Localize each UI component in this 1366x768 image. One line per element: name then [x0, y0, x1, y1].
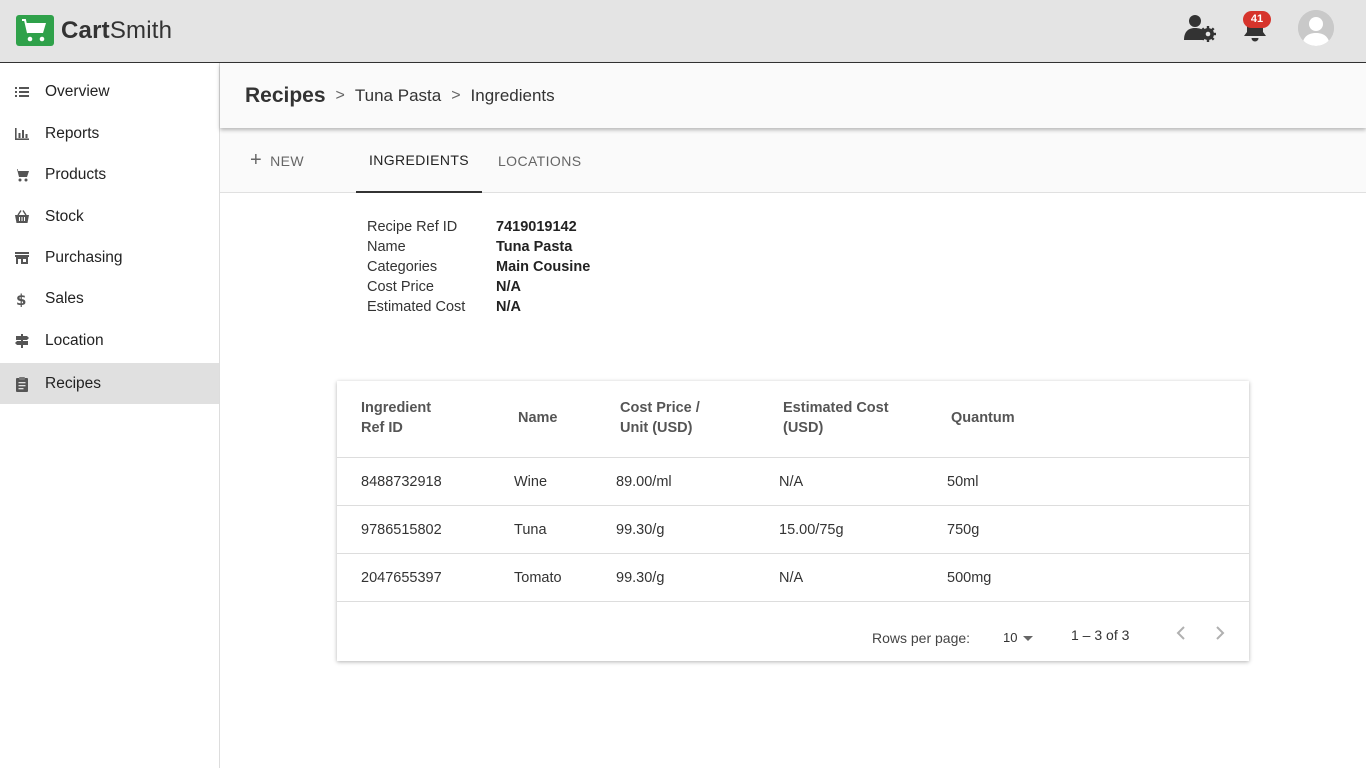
sidebar-item-purchasing[interactable]: Purchasing — [0, 237, 219, 278]
sidebar-item-label: Products — [45, 165, 107, 183]
caret-down-icon — [1023, 636, 1034, 642]
list-icon — [14, 84, 30, 100]
signpost-icon — [14, 333, 30, 349]
detail-value: N/A — [496, 299, 521, 315]
column-header-estimated-cost[interactable]: Estimated Cost (USD) — [783, 398, 889, 438]
sidebar-item-overview[interactable]: Overview — [0, 71, 219, 112]
rows-per-page-label: Rows per page: — [872, 630, 971, 646]
cell-ref-id: 2047655397 — [361, 569, 442, 586]
cell-estimated-cost: 15.00/75g — [779, 521, 844, 538]
store-icon — [14, 250, 30, 266]
detail-row: Recipe Ref ID 7419019142 — [367, 217, 590, 237]
breadcrumb-current: Ingredients — [470, 85, 555, 105]
detail-row: Cost Price N/A — [367, 277, 590, 297]
user-settings-icon[interactable] — [1183, 12, 1217, 44]
tab-bar: + NEW INGREDIENTS LOCATIONS — [220, 128, 1366, 193]
new-button[interactable]: + NEW — [250, 128, 304, 193]
table-row[interactable]: 8488732918 Wine 89.00/ml N/A 50ml — [337, 458, 1249, 506]
cell-cost-price: 89.00/ml — [616, 473, 672, 490]
detail-row: Estimated Cost N/A — [367, 297, 590, 317]
breadcrumb-separator: > — [335, 86, 345, 104]
detail-row: Categories Main Cousine — [367, 257, 590, 277]
page-header: Recipes > Tuna Pasta > Ingredients — [220, 63, 1366, 128]
chevron-right-icon — [1216, 626, 1225, 640]
app-name: CartSmith — [61, 16, 173, 44]
plus-icon: + — [250, 149, 263, 171]
detail-value: N/A — [496, 279, 521, 295]
ingredients-table: Ingredient Ref ID Name Cost Price / Unit (… — [337, 381, 1249, 661]
detail-label: Categories — [367, 259, 438, 275]
cell-ref-id: 8488732918 — [361, 473, 442, 490]
detail-value: Main Cousine — [496, 259, 591, 275]
sidebar-item-label: Overview — [45, 82, 110, 100]
breadcrumb-separator: > — [451, 86, 461, 104]
cell-quantum: 50ml — [947, 473, 979, 490]
sidebar-item-label: Reports — [45, 124, 100, 142]
rows-per-page-value: 10 — [1003, 630, 1018, 645]
detail-value: Tuna Pasta — [496, 239, 573, 255]
table-pagination: Rows per page: 10 1 – 3 of 3 — [337, 603, 1249, 661]
cell-name: Tuna — [514, 521, 547, 538]
sidebar-item-recipes[interactable]: Recipes — [0, 363, 219, 404]
chevron-left-icon — [1176, 626, 1185, 640]
detail-value: 7419019142 — [496, 219, 577, 235]
table-header: Ingredient Ref ID Name Cost Price / Unit (… — [337, 381, 1249, 458]
cell-estimated-cost: N/A — [779, 569, 804, 586]
cell-estimated-cost: N/A — [779, 473, 804, 490]
top-bar: CartSmith 41 — [0, 0, 1366, 63]
sidebar-item-sales[interactable]: $ Sales — [0, 278, 219, 319]
bar-chart-icon — [14, 126, 30, 142]
cell-name: Wine — [514, 473, 548, 490]
rows-per-page-select[interactable]: 10 — [1003, 630, 1034, 646]
sidebar: Overview Reports Products Stock Purchasi… — [0, 63, 220, 768]
column-header-quantum[interactable]: Quantum — [951, 408, 1015, 428]
column-header-cost-price[interactable]: Cost Price / Unit (USD) — [620, 398, 700, 438]
app-logo[interactable]: CartSmith — [16, 15, 172, 46]
sidebar-item-location[interactable]: Location — [0, 320, 219, 361]
sidebar-item-label: Location — [45, 331, 104, 349]
cell-cost-price: 99.30/g — [616, 521, 665, 538]
cart-logo-icon — [16, 15, 54, 46]
sidebar-item-label: Stock — [45, 207, 84, 225]
clipboard-icon — [14, 376, 30, 392]
detail-row: Name Tuna Pasta — [367, 237, 590, 257]
cell-name: Tomato — [514, 569, 562, 586]
breadcrumb-root[interactable]: Recipes — [245, 84, 326, 108]
sidebar-item-label: Purchasing — [45, 248, 123, 266]
tab-ingredients[interactable]: INGREDIENTS — [356, 128, 482, 193]
detail-label: Name — [367, 239, 406, 255]
previous-page-button[interactable] — [1169, 621, 1193, 645]
detail-label: Estimated Cost — [367, 299, 466, 315]
next-page-button[interactable] — [1208, 621, 1232, 645]
table-row[interactable]: 2047655397 Tomato 99.30/g N/A 500mg — [337, 554, 1249, 602]
detail-label: Recipe Ref ID — [367, 219, 458, 235]
sidebar-item-reports[interactable]: Reports — [0, 113, 219, 154]
pagination-range: 1 – 3 of 3 — [1071, 627, 1130, 643]
cell-cost-price: 99.30/g — [616, 569, 665, 586]
user-avatar[interactable] — [1298, 10, 1334, 46]
cell-ref-id: 9786515802 — [361, 521, 442, 538]
breadcrumb: Recipes > Tuna Pasta > Ingredients — [245, 63, 555, 128]
column-header-ref-id[interactable]: Ingredient Ref ID — [361, 398, 431, 438]
svg-text:$: $ — [16, 291, 26, 307]
sidebar-item-label: Recipes — [45, 374, 101, 392]
notification-count-badge: 41 — [1243, 11, 1271, 28]
sidebar-item-label: Sales — [45, 289, 84, 307]
column-header-name[interactable]: Name — [518, 408, 558, 428]
table-row[interactable]: 9786515802 Tuna 99.30/g 15.00/75g 750g — [337, 506, 1249, 554]
cell-quantum: 750g — [947, 521, 980, 538]
cart-icon — [14, 167, 30, 183]
new-button-label: NEW — [270, 152, 304, 169]
breadcrumb-recipe[interactable]: Tuna Pasta — [355, 86, 441, 106]
tab-locations[interactable]: LOCATIONS — [498, 128, 581, 193]
sidebar-item-products[interactable]: Products — [0, 154, 219, 195]
sidebar-item-stock[interactable]: Stock — [0, 196, 219, 237]
basket-icon — [14, 209, 30, 225]
recipe-details: Recipe Ref ID 7419019142 Name Tuna Pasta… — [367, 217, 590, 317]
detail-label: Cost Price — [367, 279, 434, 295]
dollar-icon: $ — [14, 291, 30, 309]
cell-quantum: 500mg — [947, 569, 992, 586]
